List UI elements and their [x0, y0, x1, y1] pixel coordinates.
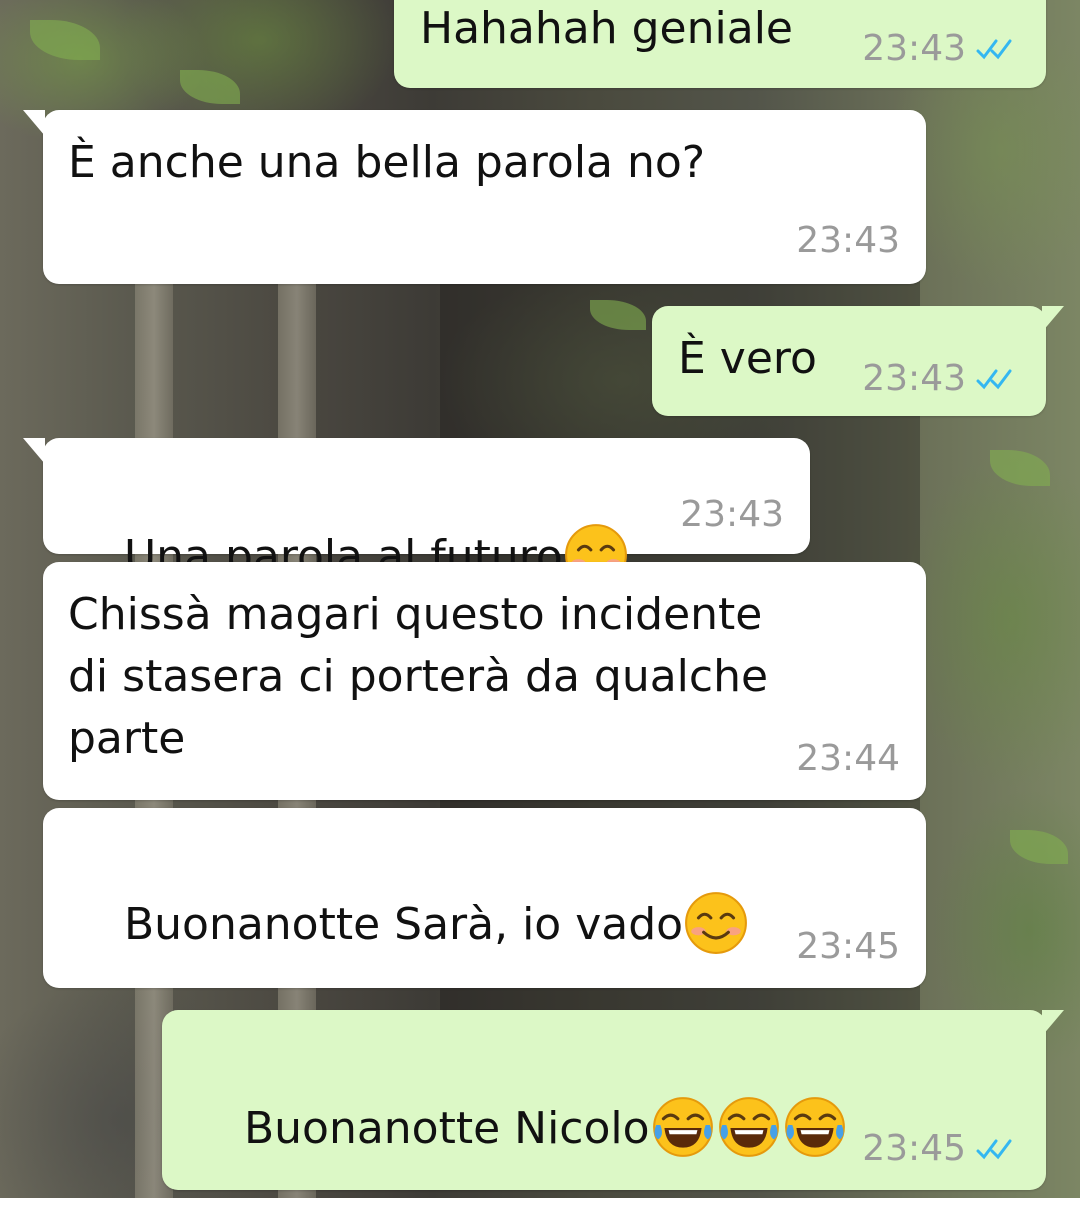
message-incoming[interactable]: Chissà magari questo incidente di staser…	[43, 562, 926, 800]
message-time: 23:43	[796, 220, 900, 261]
message-time: 23:44	[796, 738, 900, 779]
message-time: 23:45	[862, 1128, 966, 1169]
read-receipt-icon	[976, 39, 1012, 59]
bubble-tail	[23, 438, 45, 464]
message-outgoing[interactable]: Buonanotte Nicolo 23:45	[162, 1010, 1064, 1190]
read-receipt-icon	[976, 369, 1012, 389]
message-incoming[interactable]: È anche una bella parola no? 23:43	[23, 110, 926, 284]
bubble-tail	[23, 110, 45, 136]
message-time: 23:43	[862, 28, 966, 69]
message-outgoing[interactable]: Hahahah geniale 23:43	[394, 0, 1046, 88]
bubble-tail	[1042, 306, 1064, 332]
read-receipt-icon	[976, 1139, 1012, 1159]
message-incoming[interactable]: Una parola al futuro 23:43	[23, 438, 810, 586]
message-text: È vero	[678, 333, 817, 384]
message-text: Buonanotte Sarà, io vado	[123, 899, 684, 950]
message-text: Hahahah geniale	[420, 3, 793, 54]
tears-of-joy-emoji-icon	[718, 1097, 779, 1157]
message-time: 23:43	[680, 494, 784, 535]
message-time: 23:45	[796, 926, 900, 967]
message-incoming[interactable]: Buonanotte Sarà, io vado 23:45	[43, 808, 926, 988]
message-outgoing[interactable]: È vero 23:43	[652, 306, 1064, 416]
message-time: 23:43	[862, 358, 966, 399]
message-text: Buonanotte Nicolo	[243, 1103, 650, 1154]
tears-of-joy-emoji-icon	[784, 1097, 845, 1157]
bubble-tail	[1042, 1010, 1064, 1036]
message-text: Chissà magari questo incidente di staser…	[68, 589, 769, 764]
tears-of-joy-emoji-icon	[652, 1097, 713, 1157]
smiling-face-emoji-icon	[685, 892, 747, 954]
message-text: È anche una bella parola no?	[68, 137, 706, 188]
